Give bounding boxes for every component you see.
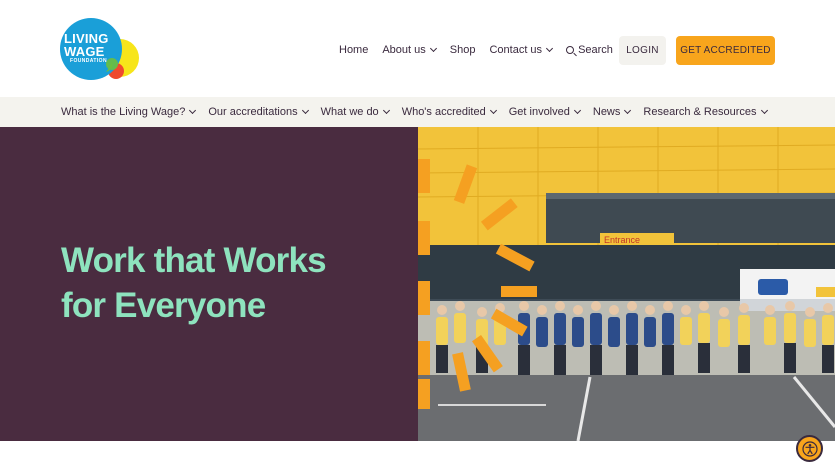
login-button[interactable]: LOGIN bbox=[619, 36, 666, 65]
hero-title: Work that Works for Everyone bbox=[61, 238, 401, 328]
nav-home-label: Home bbox=[339, 44, 369, 56]
subnav-item-label: Who's accredited bbox=[401, 106, 486, 118]
subnav-item-news[interactable]: News bbox=[592, 106, 632, 118]
chevron-down-icon bbox=[489, 106, 497, 115]
chevron-down-icon bbox=[760, 106, 768, 115]
secondary-navigation: What is the Living Wage? Our accreditati… bbox=[0, 97, 835, 127]
get-accredited-label: GET ACCREDITED bbox=[680, 45, 771, 56]
nav-about-label: About us bbox=[382, 44, 426, 56]
nav-shop[interactable]: Shop bbox=[450, 44, 476, 56]
subnav-item-label: Research & Resources bbox=[643, 106, 757, 118]
logo-line-2: WAGE bbox=[64, 44, 105, 59]
logo-line-3: FOUNDATION bbox=[70, 58, 107, 64]
nav-contact[interactable]: Contact us bbox=[489, 44, 554, 56]
hero-photo: Entrance bbox=[418, 127, 835, 441]
subnav-item-label: News bbox=[592, 106, 621, 118]
hero-panel: Work that Works for Everyone bbox=[0, 127, 418, 441]
nav-search-label: Search bbox=[578, 44, 613, 56]
chevron-down-icon bbox=[301, 106, 309, 115]
chevron-down-icon bbox=[429, 44, 437, 53]
subnav-item-research-resources[interactable]: Research & Resources bbox=[643, 106, 768, 118]
hero-title-line-2: for Everyone bbox=[61, 286, 266, 325]
subnav-item-our-accreditations[interactable]: Our accreditations bbox=[208, 106, 309, 118]
subnav-item-get-involved[interactable]: Get involved bbox=[508, 106, 581, 118]
accessibility-icon bbox=[801, 440, 818, 457]
chevron-down-icon bbox=[382, 106, 390, 115]
chevron-down-icon bbox=[189, 106, 197, 115]
entrance-sign: Entrance bbox=[604, 235, 640, 245]
site-header: LIVING WAGE FOUNDATION Home About us Sho… bbox=[0, 0, 835, 97]
chevron-down-icon bbox=[546, 44, 554, 53]
accessibility-button[interactable] bbox=[796, 435, 823, 462]
subnav-item-label: Get involved bbox=[508, 106, 570, 118]
search-icon bbox=[566, 46, 575, 54]
nav-contact-label: Contact us bbox=[489, 44, 543, 56]
living-wage-logo[interactable]: LIVING WAGE FOUNDATION bbox=[60, 18, 142, 82]
chevron-down-icon bbox=[624, 106, 632, 115]
get-accredited-button[interactable]: GET ACCREDITED bbox=[676, 36, 775, 65]
subnav-item-label: What we do bbox=[320, 106, 379, 118]
subnav-item-what-is-living-wage[interactable]: What is the Living Wage? bbox=[61, 106, 197, 118]
chevron-down-icon bbox=[573, 106, 581, 115]
subnav-item-label: Our accreditations bbox=[208, 106, 298, 118]
nav-search[interactable]: Search bbox=[566, 44, 613, 56]
nav-shop-label: Shop bbox=[449, 44, 476, 56]
subnav-item-whos-accredited[interactable]: Who's accredited bbox=[401, 106, 497, 118]
logo-wordmark: LIVING WAGE FOUNDATION bbox=[64, 32, 109, 64]
top-navigation: Home About us Shop Contact us Search bbox=[339, 36, 627, 64]
login-button-label: LOGIN bbox=[626, 45, 659, 56]
subnav-item-what-we-do[interactable]: What we do bbox=[320, 106, 390, 118]
hero-title-line-1: Work that Works bbox=[61, 241, 327, 280]
nav-about[interactable]: About us bbox=[382, 44, 437, 56]
nav-home[interactable]: Home bbox=[339, 44, 368, 56]
subnav-item-label: What is the Living Wage? bbox=[61, 106, 186, 118]
staff-group-photo: Entrance bbox=[418, 127, 835, 441]
